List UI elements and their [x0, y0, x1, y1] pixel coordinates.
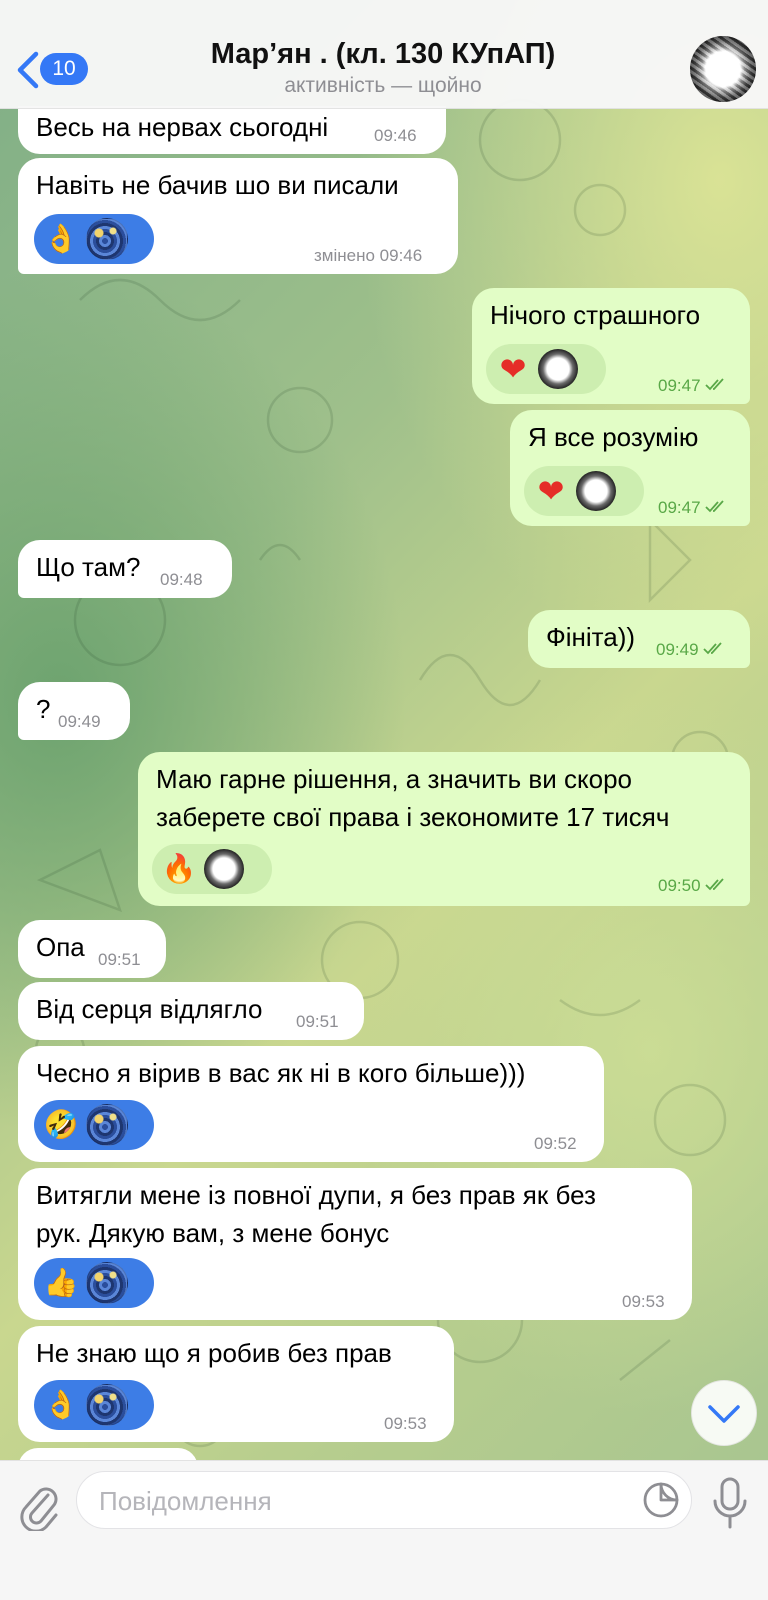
- scroll-down-button[interactable]: [691, 1380, 757, 1446]
- message-input[interactable]: Повідомлення: [76, 1471, 692, 1529]
- message-time: 09:49: [58, 712, 101, 731]
- reaction-chip[interactable]: ❤: [524, 466, 644, 516]
- message-bubble[interactable]: Навіть не бачив шо ви писали 👌 змінено 0…: [18, 158, 458, 274]
- reactor-avatar: [538, 349, 578, 389]
- message-time: 09:49: [656, 640, 725, 660]
- reaction-chip[interactable]: 👍: [34, 1258, 154, 1308]
- reactor-avatar: [204, 849, 244, 889]
- paperclip-icon[interactable]: [18, 1483, 62, 1531]
- unread-count-badge[interactable]: 10: [40, 53, 88, 85]
- rolling-laughing-emoji: 🤣: [43, 1109, 79, 1140]
- chat-title[interactable]: Мар’ян . (кл. 130 КУпАП): [100, 38, 666, 71]
- message-bubble[interactable]: Не знаю що я робив без прав 👌 09:53: [18, 1326, 454, 1442]
- message-text: Не знаю що я робив без прав: [36, 1338, 392, 1368]
- reaction-chip[interactable]: 🤣: [34, 1100, 154, 1150]
- message-time: 09:51: [98, 950, 141, 969]
- chat-header: 10 Мар’ян . (кл. 130 КУпАП) активність —…: [0, 0, 768, 109]
- message-time: 09:46: [374, 126, 417, 145]
- message-time: 09:47: [658, 498, 727, 518]
- reaction-chip[interactable]: ❤: [486, 344, 606, 394]
- ok-hand-emoji: 👌: [43, 1389, 79, 1420]
- reaction-chip[interactable]: 👌: [34, 214, 154, 264]
- double-check-icon: [704, 500, 724, 513]
- message-time: 09:50: [658, 876, 727, 896]
- sticker-icon[interactable]: [642, 1481, 680, 1519]
- message-text: Опа: [36, 932, 85, 962]
- message-time: 09:51: [296, 1012, 339, 1031]
- message-text: Весь на нервах сьогодні: [36, 112, 329, 142]
- message-text: Фініта)): [546, 622, 636, 652]
- message-bubble[interactable]: Опа 09:51: [18, 920, 166, 978]
- message-bubble[interactable]: Від серця відлягло 09:51: [18, 982, 364, 1040]
- chat-status: активність — щойно: [284, 74, 482, 97]
- message-bubble[interactable]: Що там? 09:48: [18, 540, 232, 598]
- reaction-chip[interactable]: 👌: [34, 1380, 154, 1430]
- heart-emoji: ❤: [499, 351, 527, 387]
- message-text: рук. Дякую вам, з мене бонус: [36, 1218, 390, 1248]
- message-time: 09:53: [384, 1414, 427, 1433]
- message-time: змінено 09:46: [314, 246, 423, 265]
- double-check-icon: [702, 642, 722, 655]
- message-text: Я все розумію: [528, 422, 699, 452]
- message-text: заберете свої права і зекономите 17 тися…: [156, 802, 670, 832]
- reactor-avatar: [576, 471, 616, 511]
- message-bubble[interactable]: Фініта)) 09:49: [528, 610, 750, 668]
- microphone-icon[interactable]: [710, 1477, 750, 1529]
- message-text: Чесно я вірив в вас як ні в кого більше)…: [36, 1058, 526, 1088]
- double-check-icon: [704, 878, 724, 891]
- message-bubble[interactable]: ? 09:49: [18, 682, 130, 740]
- message-bubble[interactable]: Витягли мене із повної дупи, я без прав …: [18, 1168, 692, 1320]
- message-text: ?: [36, 694, 51, 724]
- double-check-icon: [704, 378, 724, 391]
- reactor-avatar: [86, 1384, 128, 1426]
- message-placeholder: Повідомлення: [99, 1486, 272, 1516]
- message-time: 09:48: [160, 570, 203, 589]
- chevron-down-icon: [708, 1405, 740, 1423]
- thumbs-up-emoji: 👍: [43, 1267, 79, 1298]
- message-time: 09:53: [622, 1292, 665, 1311]
- reactor-avatar: [86, 1104, 128, 1146]
- message-bubble[interactable]: Я все розумію ❤ 09:47: [510, 410, 750, 526]
- reaction-chip[interactable]: 🔥: [152, 844, 272, 894]
- message-text: Маю гарне рішення, а значить ви скоро: [156, 764, 633, 794]
- message-input-bar: Повідомлення: [0, 1460, 768, 1600]
- message-bubble[interactable]: Маю гарне рішення, а значить ви скоро за…: [138, 752, 750, 906]
- message-time: 09:47: [658, 376, 727, 396]
- message-bubble[interactable]: Весь на нервах сьогодні 09:46: [18, 106, 446, 154]
- message-text: Витягли мене із повної дупи, я без прав …: [36, 1180, 596, 1210]
- reactor-avatar: [86, 1262, 128, 1304]
- message-text: Нічого страшного: [490, 300, 701, 330]
- message-text: Що там?: [36, 552, 141, 582]
- heart-emoji: ❤: [537, 473, 565, 509]
- ok-hand-emoji: 👌: [43, 223, 79, 254]
- message-text: Навіть не бачив шо ви писали: [36, 170, 399, 200]
- message-text: Від серця відлягло: [36, 994, 263, 1024]
- fire-emoji: 🔥: [161, 853, 197, 884]
- message-bubble[interactable]: Чесно я вірив в вас як ні в кого більше)…: [18, 1046, 604, 1162]
- message-bubble[interactable]: Нічого страшного ❤ 09:47: [472, 288, 750, 404]
- reactor-avatar: [86, 218, 128, 260]
- message-time: 09:52: [534, 1134, 577, 1153]
- contact-avatar[interactable]: [690, 36, 756, 102]
